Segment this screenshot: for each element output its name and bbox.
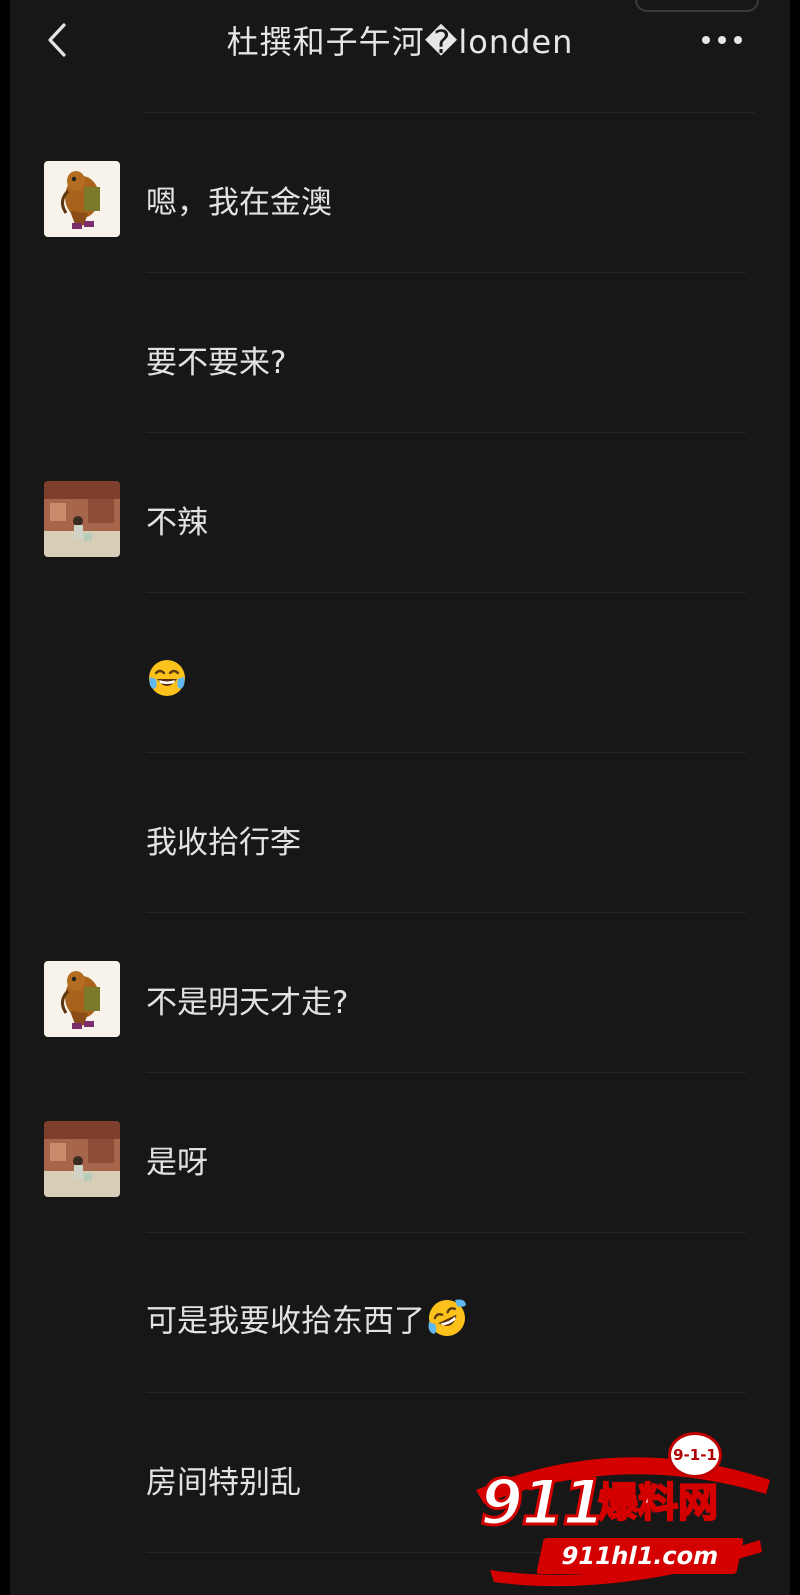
chat-screen: 杜撰和子午河�londen 嗯，我在金澳 要不要来? 不辣 我收拾行李 不是明天… xyxy=(10,0,790,1595)
message-text-content: 不是明天才走? xyxy=(146,985,349,1021)
tears-of-joy-emoji-icon xyxy=(146,657,188,709)
message-text: 我收拾行李 xyxy=(146,823,301,863)
message-text: 房间特别乱 xyxy=(146,1463,301,1503)
message-text-content: 我收拾行李 xyxy=(146,825,301,861)
message-text-content: 房间特别乱 xyxy=(146,1465,301,1501)
message-text-content: 是呀 xyxy=(146,1145,208,1181)
message-text: 可是我要收拾东西了 xyxy=(146,1296,469,1350)
message-row: 可是我要收拾东西了 xyxy=(10,1233,790,1393)
message-row: 是呀 xyxy=(10,1073,790,1233)
watermark-url: 911hl1.com xyxy=(536,1538,744,1574)
message-row: 我收拾行李 xyxy=(10,753,790,913)
message-text: 嗯，我在金澳 xyxy=(146,183,332,223)
dog-cartoon-avatar[interactable] xyxy=(44,961,120,1037)
message-row: 嗯，我在金澳 xyxy=(10,113,790,273)
message-text: 不是明天才走? xyxy=(146,983,348,1023)
watermark-chinese: 爆料网 xyxy=(597,1479,719,1527)
rolling-laughing-emoji-icon xyxy=(425,1296,469,1350)
watermark-number: 911 xyxy=(478,1466,606,1539)
chat-title: 杜撰和子午河�londen xyxy=(226,23,574,61)
screen-edge-left xyxy=(0,0,10,1595)
person-photo-avatar[interactable] xyxy=(44,481,120,557)
message-text: 要不要来? xyxy=(146,343,286,383)
message-row: 不辣 xyxy=(10,433,790,593)
person-photo-avatar[interactable] xyxy=(44,1121,120,1197)
message-list: 嗯，我在金澳 要不要来? 不辣 我收拾行李 不是明天才走? 是呀 可是我要收拾东… xyxy=(10,113,790,1553)
message-row: 要不要来? xyxy=(10,273,790,433)
dog-cartoon-avatar[interactable] xyxy=(44,161,120,237)
screen-edge-right xyxy=(790,0,800,1595)
message-text xyxy=(146,657,188,709)
message-text-content: 不辣 xyxy=(146,505,208,541)
message-text-content: 嗯，我在金澳 xyxy=(146,185,332,221)
watermark-logo: 9-1-1 911 爆料网 911hl1.com xyxy=(470,1420,780,1590)
more-options-icon[interactable] xyxy=(700,26,744,54)
message-row: 不是明天才走? xyxy=(10,913,790,1073)
message-row xyxy=(10,593,790,753)
message-text-content: 可是我要收拾东西了 xyxy=(146,1303,425,1340)
watermark-badge: 9-1-1 xyxy=(668,1432,722,1478)
chat-header: 杜撰和子午河�londen xyxy=(10,0,790,82)
message-text-content: 要不要来? xyxy=(146,345,287,381)
message-text: 不辣 xyxy=(146,503,208,543)
message-text: 是呀 xyxy=(146,1143,208,1183)
